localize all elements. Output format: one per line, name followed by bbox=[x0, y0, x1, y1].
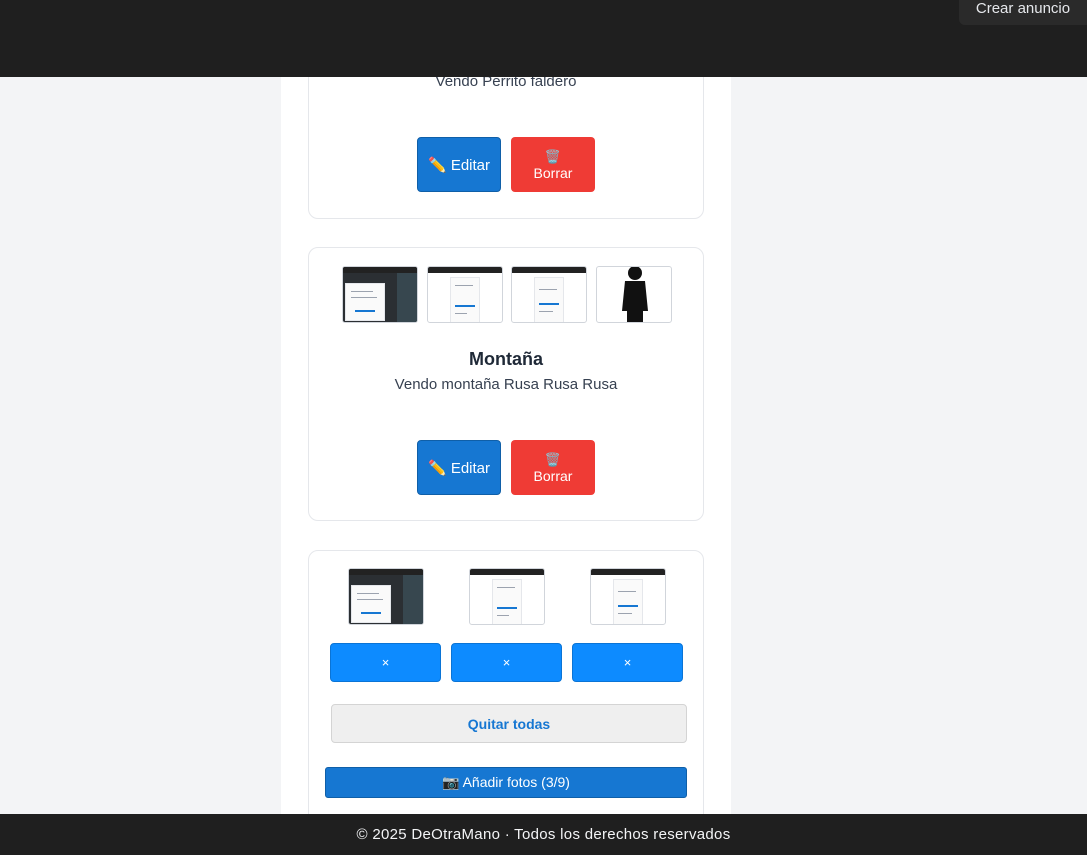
remove-photo-button[interactable]: × bbox=[451, 643, 562, 682]
listing-photo-thumbnail bbox=[596, 266, 672, 323]
create-ad-button[interactable]: Crear anuncio bbox=[959, 0, 1087, 25]
add-photos-button[interactable]: 📷 Añadir fotos (3/9) bbox=[325, 767, 687, 798]
delete-button[interactable]: 🗑️ Borrar bbox=[511, 137, 595, 192]
upload-photo-preview bbox=[590, 568, 666, 625]
delete-label: Borrar bbox=[533, 467, 573, 484]
listing-title: Montaña bbox=[469, 349, 543, 369]
listing-card: Montaña Vendo montaña Rusa Rusa Rusa ✏️ … bbox=[308, 247, 704, 521]
trash-icon: 🗑️ bbox=[544, 148, 562, 164]
upload-photo-preview bbox=[469, 568, 545, 625]
person-figure-icon bbox=[622, 267, 648, 322]
listing-photo-thumbnail bbox=[511, 266, 587, 323]
remove-all-photos-button[interactable]: Quitar todas bbox=[331, 704, 687, 743]
top-navbar: Crear anuncio bbox=[0, 0, 1087, 77]
upload-photo-preview bbox=[348, 568, 424, 625]
delete-label: Borrar bbox=[533, 164, 573, 181]
listing-photo-thumbnail bbox=[342, 266, 418, 323]
trash-icon: 🗑️ bbox=[544, 451, 562, 467]
remove-photo-button[interactable]: × bbox=[572, 643, 683, 682]
remove-photo-button[interactable]: × bbox=[330, 643, 441, 682]
delete-button[interactable]: 🗑️ Borrar bbox=[511, 440, 595, 495]
listing-description: Vendo montaña Rusa Rusa Rusa bbox=[394, 376, 618, 393]
footer-text: © 2025 DeOtraMano · Todos los derechos r… bbox=[356, 826, 731, 843]
edit-button[interactable]: ✏️ Editar bbox=[417, 440, 501, 495]
listing-photo-thumbnail bbox=[427, 266, 503, 323]
photo-upload-card: × × × Quitar todas 📷 Añadir fotos (3/9) bbox=[308, 550, 704, 840]
edit-button[interactable]: ✏️ Editar bbox=[417, 137, 501, 192]
footer: © 2025 DeOtraMano · Todos los derechos r… bbox=[0, 814, 1087, 855]
